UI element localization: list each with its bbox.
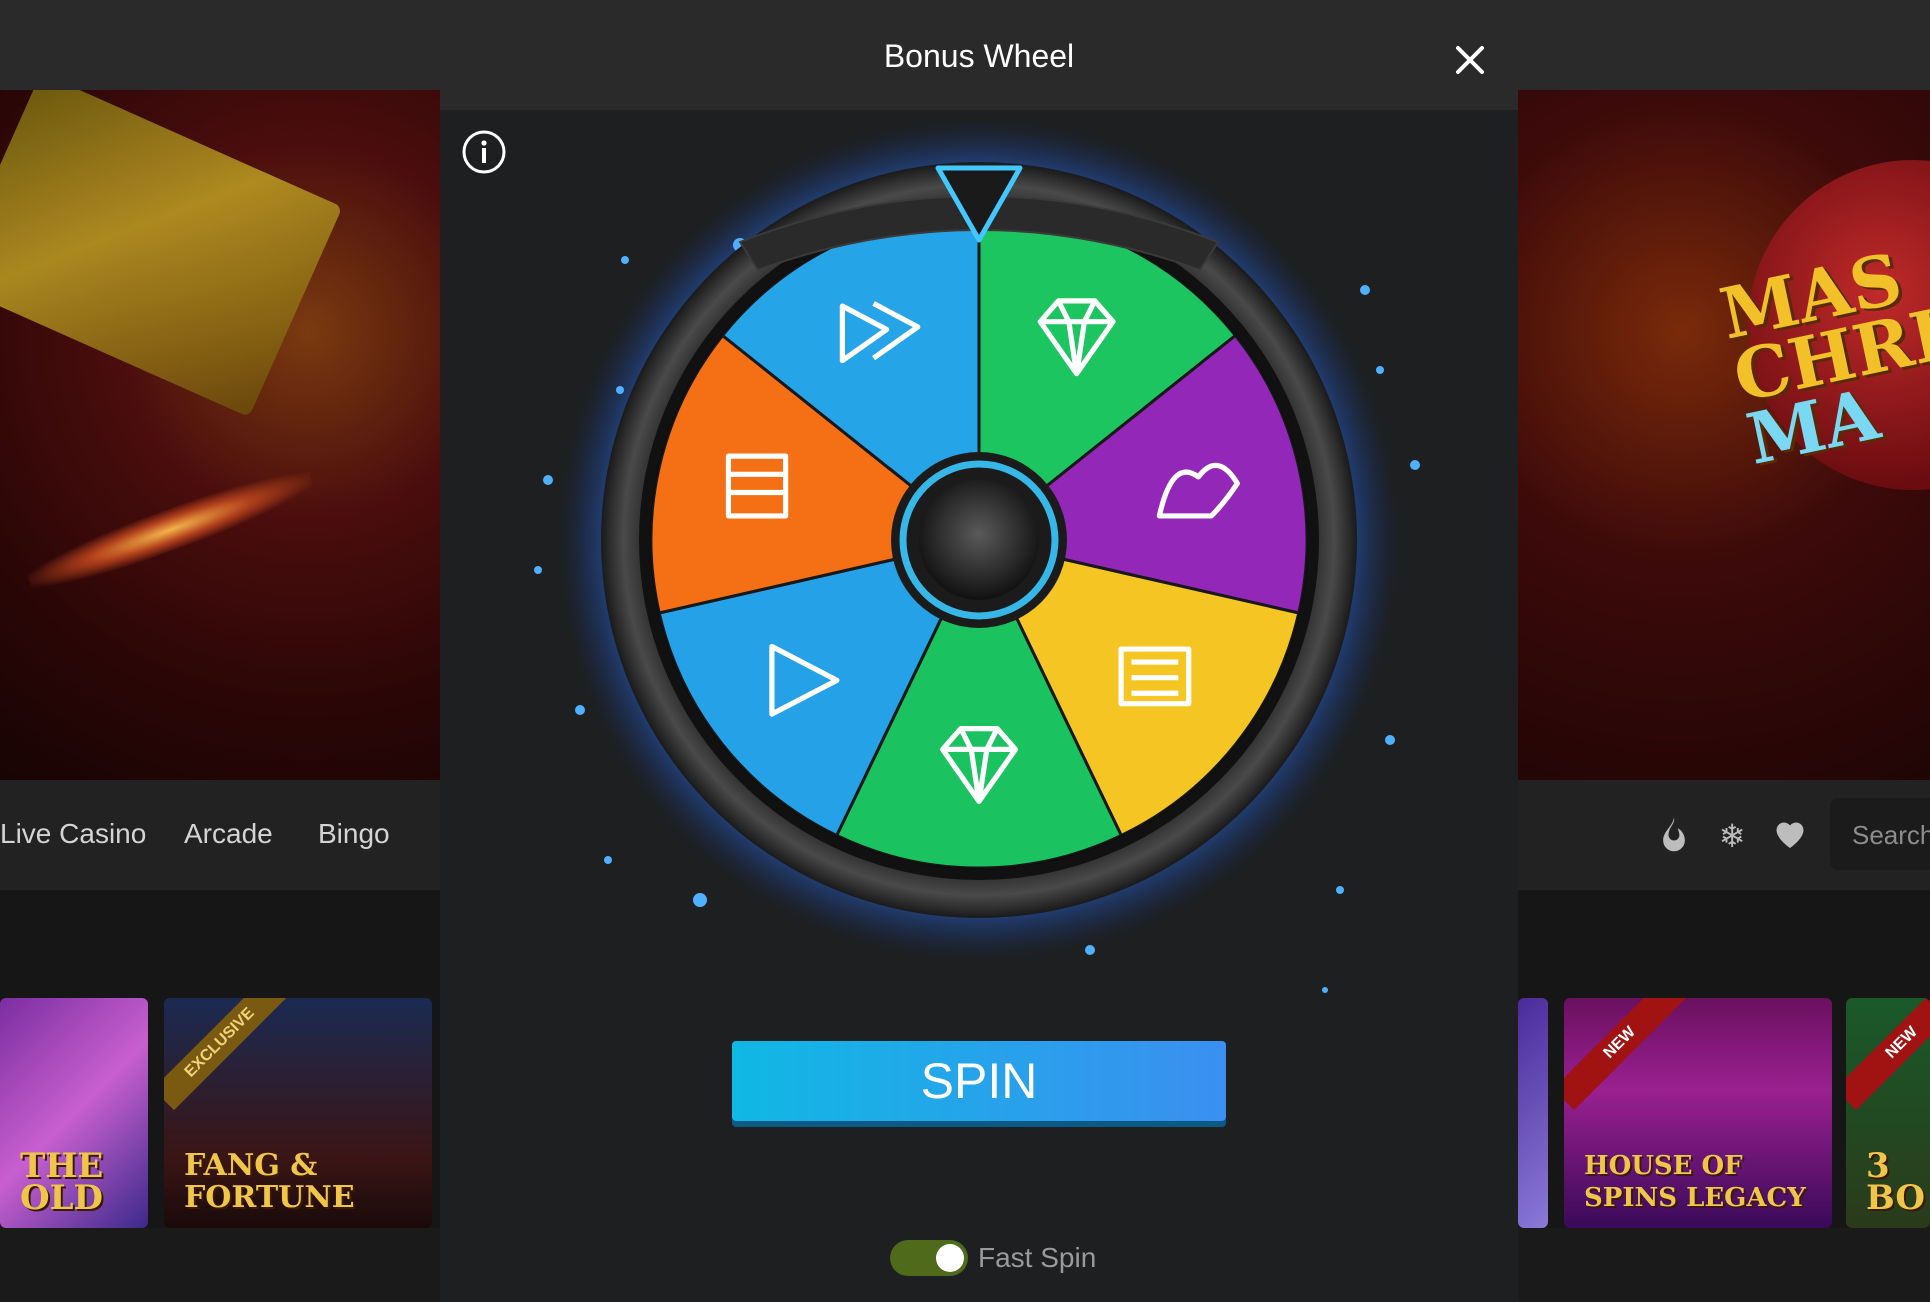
toggle-knob [936, 1244, 964, 1272]
new-ribbon: NEW [1846, 998, 1930, 1111]
nav-item-arcade[interactable]: Arcade [184, 818, 273, 850]
new-ribbon: NEW [1564, 998, 1688, 1111]
search-input[interactable]: Search [1830, 798, 1930, 870]
fire-icon[interactable] [1654, 816, 1694, 856]
game-tile[interactable]: NEW HOUSE OF SPINS LEGACY [1564, 998, 1832, 1228]
game-tile-title: HOUSE OF SPINS LEGACY [1584, 1151, 1806, 1213]
hero-banner-right[interactable]: MAS CHRI MA [1518, 90, 1930, 780]
snowflake-icon[interactable]: ❄ [1712, 816, 1752, 856]
fast-spin-label: Fast Spin [978, 1242, 1097, 1273]
prize-wheel[interactable] [440, 110, 1518, 1030]
game-tile-title: THE OLD [20, 1146, 104, 1218]
fire-streak-graphic [22, 459, 318, 601]
close-icon[interactable] [1446, 36, 1494, 84]
game-tile[interactable] [1518, 998, 1548, 1228]
nav-item-bingo[interactable]: Bingo [318, 818, 390, 850]
modal-header: Bonus Wheel [440, 8, 1518, 110]
game-tile-title: 3 BO [1866, 1146, 1925, 1218]
game-tile-title: FANG & FORTUNE [184, 1148, 355, 1215]
bonus-wheel-modal: Bonus Wheel SPIN Fast Spin [440, 8, 1518, 1302]
modal-title: Bonus Wheel [883, 38, 1075, 74]
spin-button[interactable]: SPIN [732, 1041, 1226, 1121]
hero-promo-text: MAS CHRI MA [1713, 237, 1930, 481]
hero-banner-left[interactable] [0, 90, 440, 780]
game-tile[interactable]: THE OLD [0, 998, 148, 1228]
exclusive-ribbon: EXCLUSIVE [164, 998, 288, 1111]
nav-item-live-casino[interactable]: Live Casino [0, 818, 146, 850]
search-placeholder: Search [1852, 820, 1930, 850]
game-tile[interactable]: EXCLUSIVE FANG & FORTUNE [164, 998, 432, 1228]
game-tile[interactable]: NEW 3 BO [1846, 998, 1930, 1228]
heart-icon[interactable] [1770, 816, 1810, 856]
fast-spin-toggle[interactable] [890, 1240, 968, 1276]
gold-bar-graphic [0, 90, 343, 418]
